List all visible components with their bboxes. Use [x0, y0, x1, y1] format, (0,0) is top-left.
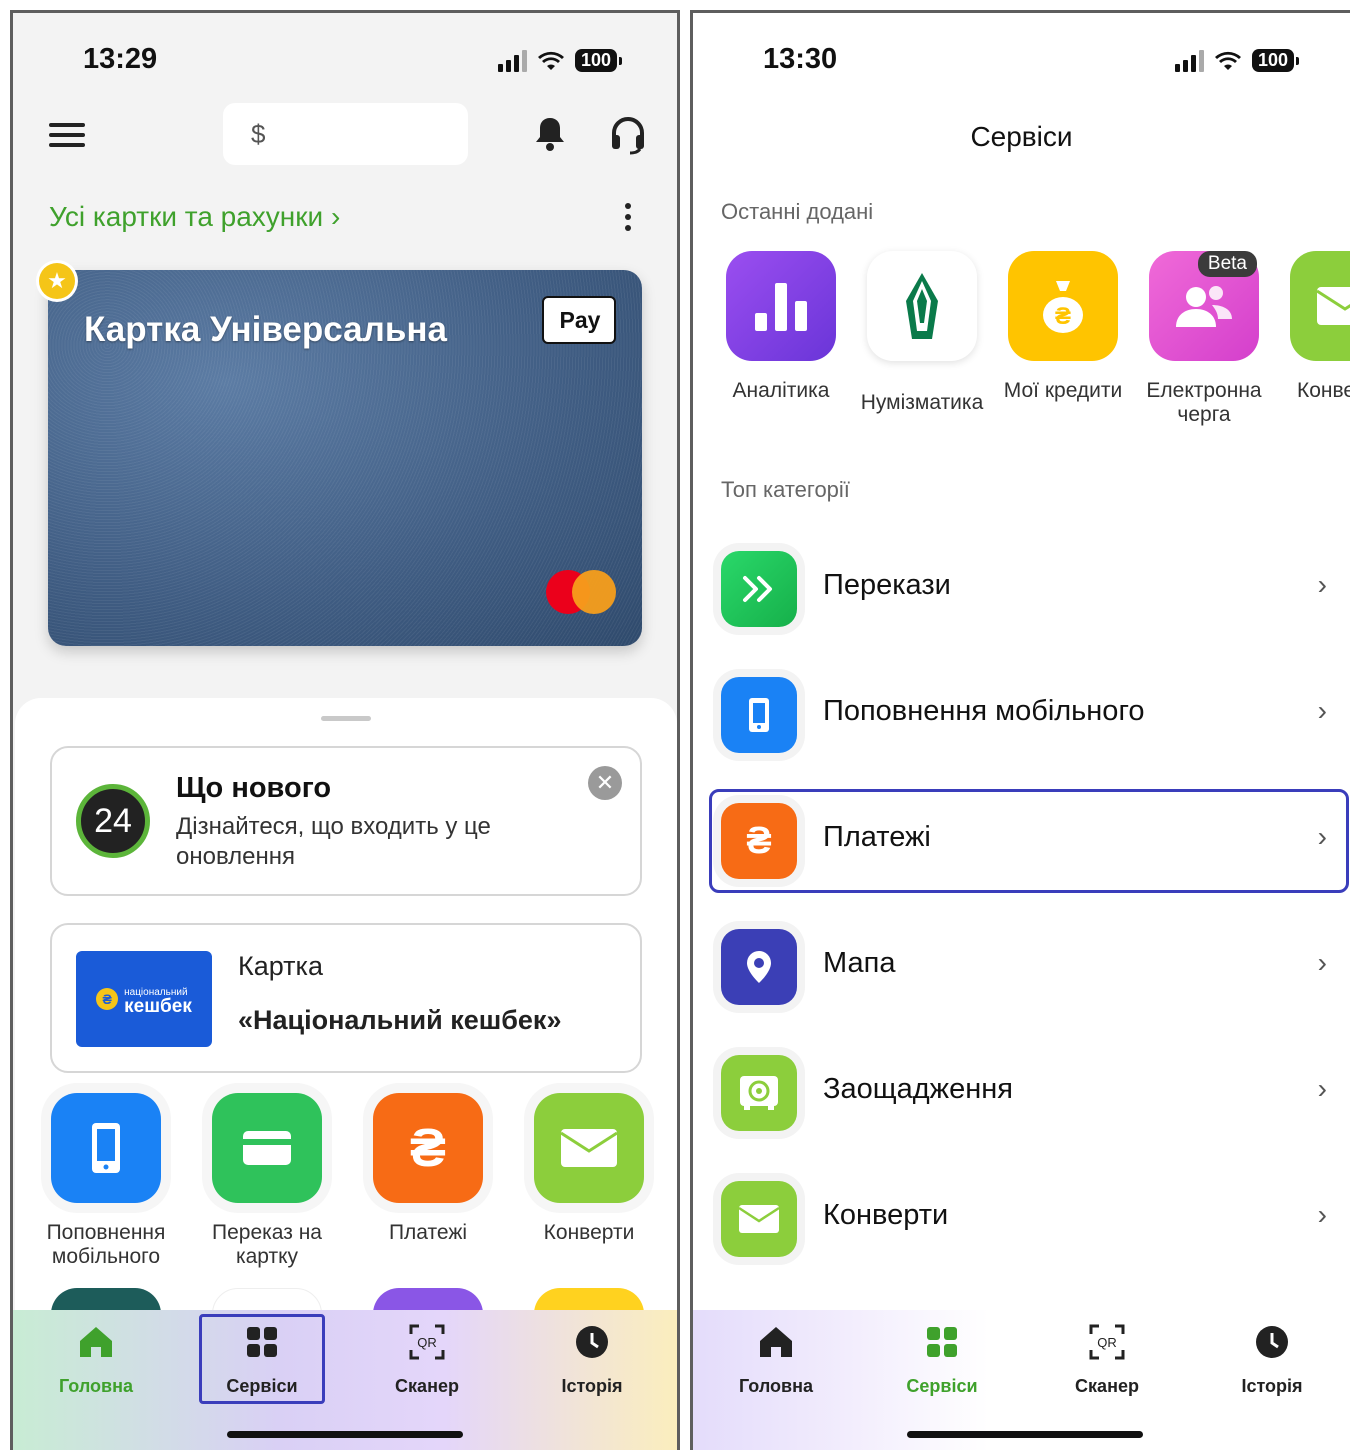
news-text: Дізнайтеся, що входить у це оновлення: [176, 813, 491, 870]
chart-icon: [726, 251, 836, 361]
tab-bar: Головна Сервіси QR Сканер Історія: [13, 1310, 677, 1450]
card-title: Картка Універсальна: [84, 310, 447, 349]
promo-line2: «Національний кешбек»: [238, 1005, 562, 1035]
recent-analytics[interactable]: Аналітика: [713, 251, 849, 403]
chevron-right-icon: ›: [1317, 569, 1327, 600]
clock-icon: [1207, 1322, 1337, 1362]
apple-pay-badge: Pay: [542, 296, 616, 344]
chevron-right-icon: ›: [1317, 1073, 1327, 1104]
signal-icon: [1175, 49, 1204, 72]
recent-my-loans[interactable]: ₴ Мої кредити: [995, 251, 1131, 403]
close-icon[interactable]: ✕: [588, 766, 622, 800]
category-transfers[interactable]: Перекази ›: [707, 535, 1347, 639]
category-savings[interactable]: Заощадження ›: [707, 1039, 1347, 1143]
tab-scanner[interactable]: QR Сканер: [362, 1322, 492, 1397]
cashback-promo-banner[interactable]: ₴ національний кешбек Картка «Національни…: [50, 923, 642, 1073]
status-time: 13:30: [763, 43, 838, 75]
menu-icon[interactable]: [49, 123, 85, 147]
svg-text:QR: QR: [1097, 1335, 1117, 1350]
envelope-icon: [1290, 251, 1350, 361]
home-indicator: [227, 1431, 463, 1438]
beta-badge: Beta: [1197, 251, 1257, 277]
quick-action-envelopes[interactable]: Конверти: [514, 1093, 664, 1245]
status-icons: 100: [498, 49, 623, 72]
card-icon: [212, 1093, 322, 1203]
safe-icon: [721, 1055, 797, 1131]
recent-electronic-queue[interactable]: Beta Електронна черга: [1136, 251, 1272, 427]
news-title: Що нового: [176, 772, 332, 804]
screen-divider: [680, 10, 690, 1450]
status-icons: 100: [1175, 49, 1300, 72]
tab-home[interactable]: Головна: [31, 1322, 161, 1397]
tab-history[interactable]: Історія: [527, 1322, 657, 1397]
left-screen: 13:29 100 $ Усі картки та рахунки › Карт…: [10, 10, 680, 1450]
tab-services[interactable]: Сервіси: [877, 1322, 1007, 1397]
page-title: Сервіси: [970, 121, 1073, 152]
quick-action-mobile-topup[interactable]: Поповнення мобільного: [31, 1093, 181, 1269]
home-indicator: [907, 1431, 1143, 1438]
chevron-right-icon: ›: [1317, 1199, 1327, 1230]
home-icon: [31, 1322, 161, 1362]
highlight-box: [709, 789, 1349, 893]
people-icon: Beta: [1149, 251, 1259, 361]
tab-history[interactable]: Історія: [1207, 1322, 1337, 1397]
transfer-icon: [721, 551, 797, 627]
quick-action-card-transfer[interactable]: Переказ на картку: [192, 1093, 342, 1269]
recent-numismatics[interactable]: Нумізматика: [854, 251, 990, 415]
promo-line1: Картка: [238, 951, 323, 981]
phone-icon: [51, 1093, 161, 1203]
qr-icon: QR: [1042, 1322, 1172, 1362]
numismatics-icon: [867, 251, 977, 361]
wifi-icon: [538, 51, 564, 70]
mastercard-logo: [546, 570, 616, 614]
tab-scanner[interactable]: QR Сканер: [1042, 1322, 1172, 1397]
sheet-grabber[interactable]: [321, 716, 371, 721]
chevron-right-icon: ›: [1317, 947, 1327, 978]
support-headset-icon[interactable]: [609, 115, 647, 155]
whats-new-banner[interactable]: 24 Що нового Дізнайтеся, що входить у це…: [50, 746, 642, 896]
status-time: 13:29: [83, 43, 158, 75]
money-bag-icon: ₴: [1008, 251, 1118, 361]
bank-card[interactable]: Картка Універсальна Pay: [48, 270, 642, 646]
home-icon: [711, 1322, 841, 1362]
quick-action-payments[interactable]: ₴ Платежі: [353, 1093, 503, 1245]
recent-section-header: Останні додані: [721, 199, 874, 224]
top-categories-header: Топ категорії: [721, 477, 850, 502]
wifi-icon: [1215, 51, 1241, 70]
favorite-star-icon: ★: [39, 263, 75, 299]
signal-icon: [498, 49, 527, 72]
map-pin-icon: [721, 929, 797, 1005]
category-mobile-topup[interactable]: Поповнення мобільного ›: [707, 661, 1347, 765]
category-map[interactable]: Мапа ›: [707, 913, 1347, 1017]
category-envelopes[interactable]: Конверти ›: [707, 1165, 1347, 1269]
phone-icon: [721, 677, 797, 753]
battery-indicator: 100: [1252, 49, 1300, 72]
chevron-right-icon: ›: [1317, 695, 1327, 726]
highlight-box: [199, 1314, 325, 1404]
version-badge: 24: [76, 784, 150, 858]
bell-icon[interactable]: [533, 115, 567, 153]
recent-envelopes[interactable]: Конве: [1277, 251, 1350, 403]
grid-icon: [877, 1322, 1007, 1362]
clock-icon: [527, 1322, 657, 1362]
tab-home[interactable]: Головна: [711, 1322, 841, 1397]
svg-text:QR: QR: [417, 1335, 437, 1350]
envelope-icon: [534, 1093, 644, 1203]
battery-indicator: 100: [575, 49, 623, 72]
hryvnia-icon: ₴: [373, 1093, 483, 1203]
envelope-icon: [721, 1181, 797, 1257]
balance-field[interactable]: $: [223, 103, 468, 165]
svg-text:₴: ₴: [1055, 303, 1071, 330]
tab-bar: Головна Сервіси QR Сканер Історія: [693, 1310, 1350, 1450]
right-screen: 13:30 100 Сервіси Останні додані Аналіти…: [690, 10, 1350, 1450]
all-accounts-link[interactable]: Усі картки та рахунки ›: [49, 201, 340, 233]
more-options-icon[interactable]: [625, 203, 633, 231]
cashback-logo: ₴ національний кешбек: [76, 951, 212, 1047]
qr-icon: QR: [362, 1322, 492, 1362]
